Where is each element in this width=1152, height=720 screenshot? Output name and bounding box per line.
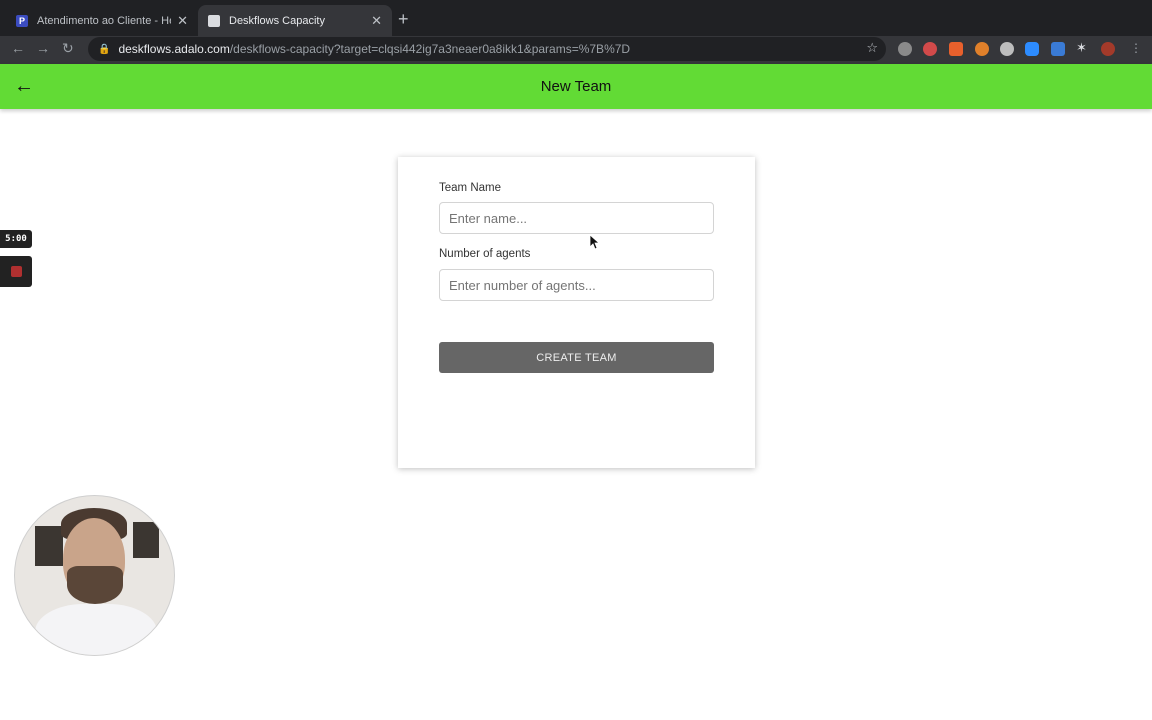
extension-icon[interactable] xyxy=(1051,42,1065,56)
recording-timer: 5:00 xyxy=(0,230,32,248)
close-icon[interactable]: ✕ xyxy=(177,13,188,29)
browser-tabstrip: P Atendimento ao Cliente - Helpd ✕ Deskf… xyxy=(0,0,1152,36)
agents-label: Number of agents xyxy=(439,248,531,260)
page-favicon-icon xyxy=(208,14,220,27)
url-host: deskflows.adalo.com xyxy=(118,42,230,56)
new-tab-icon[interactable]: + xyxy=(398,9,409,30)
mouse-cursor-icon xyxy=(590,235,600,250)
background-poster xyxy=(133,522,159,558)
puzzle-extensions-icon[interactable]: ✶ xyxy=(1076,40,1090,55)
webcam-person xyxy=(67,566,123,604)
forward-icon[interactable]: → xyxy=(36,40,50,56)
reload-icon[interactable]: ↻ xyxy=(62,40,74,57)
browser-toolbar: ← → ↻ 🔒 deskflows.adalo.com/deskflows-ca… xyxy=(0,36,1152,64)
webcam-bubble[interactable] xyxy=(14,495,175,656)
app-header: ← New Team xyxy=(0,64,1152,109)
zoom-extension-icon[interactable] xyxy=(1025,42,1039,56)
url-path: /deskflows-capacity?target=clqsi442ig7a3… xyxy=(229,42,631,56)
lock-icon: 🔒 xyxy=(98,43,111,55)
back-icon[interactable]: ← xyxy=(11,40,25,56)
close-icon[interactable]: ✕ xyxy=(371,13,382,29)
create-team-button[interactable]: CREATE TEAM xyxy=(439,342,714,373)
address-bar[interactable]: 🔒 deskflows.adalo.com/deskflows-capacity… xyxy=(88,37,886,61)
number-of-agents-input[interactable] xyxy=(439,269,714,301)
webcam-person xyxy=(35,604,157,655)
background-poster xyxy=(35,526,63,566)
team-name-input[interactable] xyxy=(439,202,714,234)
helpdesk-favicon-icon: P xyxy=(16,14,28,27)
stop-recording-button[interactable] xyxy=(0,256,32,287)
tab-atendimento[interactable]: P Atendimento ao Cliente - Helpd ✕ xyxy=(6,5,198,36)
page-title: New Team xyxy=(540,78,612,95)
tab-title: Deskflows Capacity xyxy=(229,14,325,27)
new-team-form-card: Team Name Number of agents CREATE TEAM xyxy=(398,157,755,468)
stop-icon xyxy=(10,266,22,277)
menu-kebab-icon[interactable]: ⋮ xyxy=(1130,41,1142,55)
tab-title: Atendimento ao Cliente - Helpd xyxy=(37,14,171,27)
tab-deskflows-capacity[interactable]: Deskflows Capacity ✕ xyxy=(198,5,392,36)
profile-avatar[interactable] xyxy=(1101,42,1115,56)
extension-icon[interactable] xyxy=(949,42,963,56)
bookmark-star-icon[interactable]: ☆ xyxy=(866,40,878,56)
drive-extension-icon[interactable] xyxy=(898,42,912,56)
extension-icon[interactable] xyxy=(1000,42,1014,56)
asana-extension-icon[interactable] xyxy=(923,42,937,56)
team-name-label: Team Name xyxy=(439,182,501,194)
extension-icon[interactable] xyxy=(975,42,989,56)
